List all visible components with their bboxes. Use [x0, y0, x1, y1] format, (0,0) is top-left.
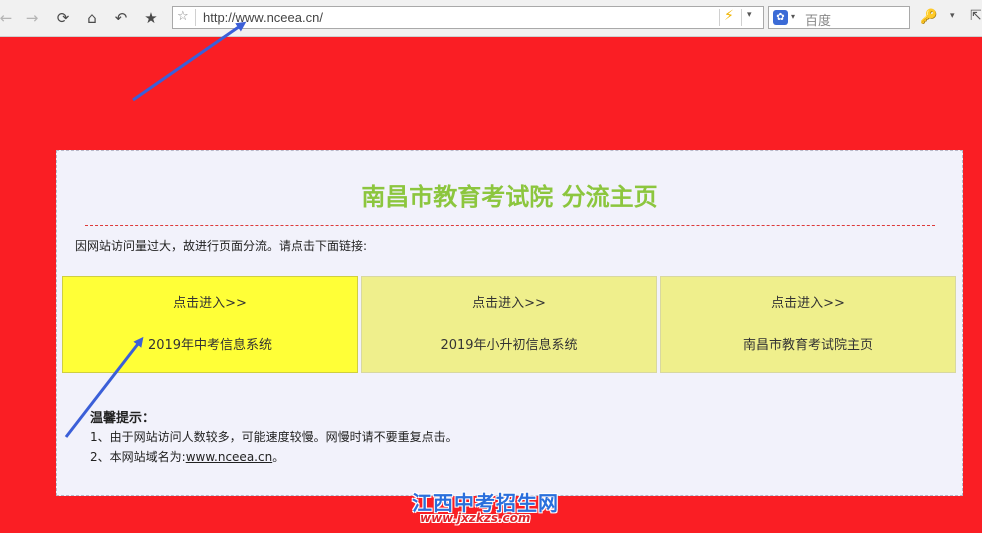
enter-link[interactable]: 点击进入>>: [63, 292, 357, 311]
system-name[interactable]: 南昌市教育考试院主页: [661, 334, 955, 353]
tip-item: 2、本网站域名为:www.nceea.cn。: [90, 448, 284, 465]
address-divider: [741, 9, 742, 26]
address-bar[interactable]: ☆ http://www.nceea.cn/ ⚡ ▾: [172, 6, 764, 29]
watermark-logo: 江西中考招生网 www.jxzkzs.com: [412, 487, 572, 529]
lightning-icon[interactable]: ⚡: [724, 8, 734, 24]
key-icon[interactable]: 🔑: [920, 9, 937, 25]
address-divider: [195, 9, 196, 26]
url-text[interactable]: http://www.nceea.cn/: [203, 10, 323, 25]
browser-toolbar: ← → ⟳ ⌂ ↶ ★ ☆ http://www.nceea.cn/ ⚡ ▾ ✿…: [0, 0, 982, 37]
system-name[interactable]: 2019年中考信息系统: [63, 334, 357, 353]
address-divider: [719, 9, 720, 26]
tips-heading: 温馨提示：: [90, 411, 156, 426]
favorites-star-icon[interactable]: ★: [141, 8, 161, 28]
link-box-homepage[interactable]: 点击进入>> 南昌市教育考试院主页: [660, 276, 956, 373]
redirect-panel: 南昌市教育考试院 分流主页 因网站访问量过大，故进行页面分流。请点击下面链接: …: [56, 150, 963, 496]
enter-link[interactable]: 点击进入>>: [661, 292, 955, 311]
search-box[interactable]: ✿ ▾ 百度: [768, 6, 910, 29]
search-placeholder[interactable]: 百度: [805, 10, 831, 29]
watermark-url: www.jxzkzs.com: [420, 511, 531, 525]
forward-icon[interactable]: →: [22, 8, 42, 28]
link-box-zhongkao[interactable]: 点击进入>> 2019年中考信息系统: [62, 276, 358, 373]
tip-item: 1、由于网站访问人数较多，可能速度较慢。网慢时请不要重复点击。: [90, 430, 458, 444]
menu-dropdown-icon[interactable]: ▾: [950, 11, 955, 21]
address-dropdown-icon[interactable]: ▾: [747, 10, 752, 20]
back-icon[interactable]: ←: [0, 8, 16, 28]
link-box-xiaoshengchu[interactable]: 点击进入>> 2019年小升初信息系统: [361, 276, 657, 373]
page-title: 南昌市教育考试院 分流主页: [361, 183, 658, 211]
link-boxes: 点击进入>> 2019年中考信息系统 点击进入>> 2019年小升初信息系统 点…: [62, 276, 959, 374]
title-divider: [85, 225, 935, 226]
home-icon[interactable]: ⌂: [82, 8, 102, 28]
domain-link[interactable]: www.nceea.cn: [186, 450, 273, 464]
tip-prefix: 2、本网站域名为:: [90, 450, 186, 464]
baidu-paw-icon[interactable]: ✿: [773, 10, 788, 25]
undo-close-tab-icon[interactable]: ↶: [111, 8, 131, 28]
reload-icon[interactable]: ⟳: [53, 8, 73, 28]
enter-link[interactable]: 点击进入>>: [362, 292, 656, 311]
search-engine-dropdown-icon[interactable]: ▾: [791, 12, 795, 21]
system-name[interactable]: 2019年小升初信息系统: [362, 334, 656, 353]
bookmark-icon[interactable]: ☆: [177, 9, 189, 24]
tip-suffix: 。: [272, 450, 285, 464]
extension-icon[interactable]: ⇱: [970, 8, 982, 24]
notice-text: 因网站访问量过大，故进行页面分流。请点击下面链接:: [75, 239, 368, 253]
